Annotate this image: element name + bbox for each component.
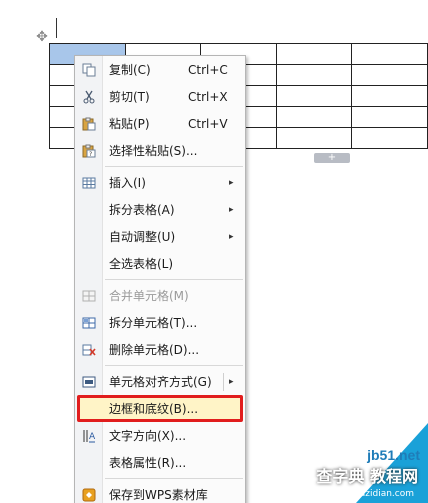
menu-separator <box>105 166 243 167</box>
table-move-handle-icon[interactable]: ✥ <box>34 29 50 45</box>
split-cells-icon <box>81 315 97 331</box>
table-cell[interactable] <box>275 85 353 107</box>
submenu-arrow-icon: ▸ <box>229 377 234 387</box>
wps-library-icon <box>81 487 97 503</box>
watermark-site: jb51.net <box>367 447 420 463</box>
watermark-text: 查字典 教程网 <box>316 467 418 486</box>
menu-item-paste[interactable]: 粘贴(P) Ctrl+V <box>75 111 245 137</box>
menu-item-save-to-wps-library[interactable]: 保存到WPS素材库 <box>75 482 245 503</box>
menu-item-label: 单元格对齐方式(G) <box>109 375 212 389</box>
submenu-split-divider <box>223 373 224 391</box>
submenu-arrow-icon: ▸ <box>229 232 234 242</box>
menu-item-label: 表格属性(R)... <box>109 456 187 470</box>
copy-icon <box>81 62 97 78</box>
menu-item-shortcut: Ctrl+V <box>188 117 228 131</box>
menu-item-cut[interactable]: 剪切(T) Ctrl+X <box>75 84 245 110</box>
menu-item-label: 边框和底纹(B)... <box>109 402 199 416</box>
menu-item-shortcut: Ctrl+C <box>188 63 228 77</box>
watermark-url: jiaocheng.chazidian.com <box>302 489 414 499</box>
menu-item-select-table[interactable]: 全选表格(L) <box>75 251 245 277</box>
menu-item-borders-shading[interactable]: 边框和底纹(B)... <box>75 396 245 422</box>
table-cell[interactable] <box>351 85 428 107</box>
menu-item-label: 剪切(T) <box>109 90 150 104</box>
menu-item-paste-special[interactable]: ? 选择性粘贴(S)... <box>75 138 245 164</box>
table-cell[interactable] <box>275 127 353 149</box>
svg-text:A: A <box>89 432 96 442</box>
menu-item-label: 全选表格(L) <box>109 257 174 271</box>
menu-item-label: 保存到WPS素材库 <box>109 488 208 502</box>
menu-item-table-properties[interactable]: 表格属性(R)... <box>75 450 245 476</box>
context-menu: 复制(C) Ctrl+C 剪切(T) Ctrl+X 粘贴(P) Ctrl+V ?… <box>74 55 246 503</box>
table-cell[interactable] <box>351 43 428 65</box>
watermark: jb51.net 查字典 教程网 jiaocheng.chazidian.com <box>278 423 428 503</box>
menu-item-delete-cells[interactable]: 删除单元格(D)... <box>75 337 245 363</box>
text-cursor <box>56 18 57 38</box>
menu-item-shortcut: Ctrl+X <box>188 90 228 104</box>
menu-separator <box>105 279 243 280</box>
paste-special-icon: ? <box>81 143 97 159</box>
menu-item-label: 粘贴(P) <box>109 117 150 131</box>
menu-item-auto-fit[interactable]: 自动调整(U) ▸ <box>75 224 245 250</box>
menu-item-label: 合并单元格(M) <box>109 289 189 303</box>
table-cell[interactable] <box>275 106 353 128</box>
menu-item-label: 选择性粘贴(S)... <box>109 144 198 158</box>
cell-align-icon <box>81 374 97 390</box>
table-cell[interactable] <box>351 64 428 86</box>
menu-item-label: 插入(I) <box>109 176 146 190</box>
scissors-icon <box>81 89 97 105</box>
add-row-button[interactable]: + <box>314 153 350 163</box>
table-cell[interactable] <box>351 127 428 149</box>
submenu-arrow-icon: ▸ <box>229 205 234 215</box>
menu-item-split-cells[interactable]: 拆分单元格(T)... <box>75 310 245 336</box>
menu-item-merge-cells: 合并单元格(M) <box>75 283 245 309</box>
menu-item-label: 文字方向(X)... <box>109 429 187 443</box>
menu-item-label: 拆分单元格(T)... <box>109 316 198 330</box>
menu-item-label: 复制(C) <box>109 63 151 77</box>
delete-cells-icon <box>81 342 97 358</box>
menu-separator <box>105 365 243 366</box>
table-cell[interactable] <box>275 43 353 65</box>
menu-item-cell-alignment[interactable]: 单元格对齐方式(G) ▸ <box>75 369 245 395</box>
menu-item-copy[interactable]: 复制(C) Ctrl+C <box>75 57 245 83</box>
text-direction-icon: A <box>81 428 97 444</box>
menu-separator <box>105 478 243 479</box>
table-cell[interactable] <box>351 106 428 128</box>
menu-item-text-direction[interactable]: A 文字方向(X)... <box>75 423 245 449</box>
menu-item-label: 删除单元格(D)... <box>109 343 200 357</box>
menu-item-split-table[interactable]: 拆分表格(A) ▸ <box>75 197 245 223</box>
table-insert-icon <box>81 175 97 191</box>
merge-cells-icon <box>81 288 97 304</box>
clipboard-icon <box>81 116 97 132</box>
menu-item-label: 自动调整(U) <box>109 230 176 244</box>
menu-item-insert[interactable]: 插入(I) ▸ <box>75 170 245 196</box>
table-cell[interactable] <box>275 64 353 86</box>
submenu-arrow-icon: ▸ <box>229 178 234 188</box>
svg-text:?: ? <box>89 151 92 158</box>
menu-item-label: 拆分表格(A) <box>109 203 175 217</box>
